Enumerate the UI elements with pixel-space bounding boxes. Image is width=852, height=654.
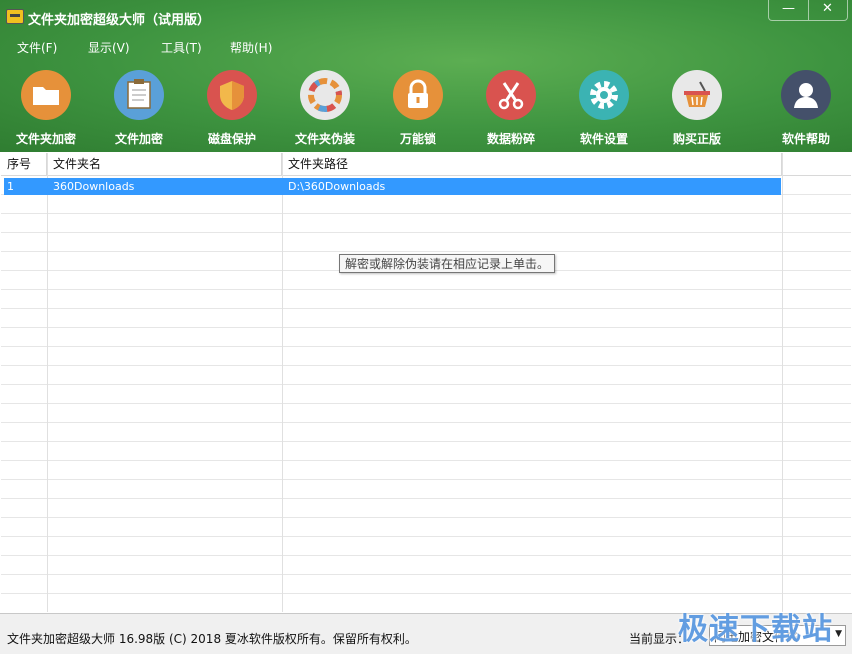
- table-body: [1, 176, 851, 612]
- copyright-text: 文件夹加密超级大师 16.98版 (C) 2018 夏冰软件版权所有。保留所有权…: [7, 632, 417, 646]
- menu-view[interactable]: 显示(V): [88, 39, 130, 56]
- basket-icon: [672, 70, 722, 120]
- menu-help[interactable]: 帮助(H): [230, 39, 272, 56]
- hint-tooltip: 解密或解除伪装请在相应记录上单击。: [339, 254, 555, 273]
- gear-icon: [579, 70, 629, 120]
- menu-file[interactable]: 文件(F): [17, 39, 57, 56]
- column-header-path[interactable]: 文件夹路径: [282, 153, 782, 175]
- toolbar-label: 文件夹伪装: [294, 132, 355, 146]
- scissors-icon: [486, 70, 536, 120]
- data-shred-button[interactable]: 数据粉碎: [465, 70, 557, 147]
- shield-icon: [207, 70, 257, 120]
- watermark-logo: 极速下载站: [678, 612, 833, 647]
- table-row[interactable]: 1 360Downloads D:\360Downloads: [4, 178, 781, 195]
- palette-icon: [300, 70, 350, 120]
- app-window: 文件夹加密超级大师（试用版） — ✕ 文件(F) 显示(V) 工具(T) 帮助(…: [0, 0, 852, 654]
- column-divider: [282, 153, 283, 612]
- toolbar-label: 万能锁: [399, 132, 436, 146]
- user-help-icon: [781, 70, 831, 120]
- column-divider: [47, 153, 48, 612]
- padlock-icon: [393, 70, 443, 120]
- toolbar-label: 文件夹加密: [15, 132, 76, 146]
- folder-encrypt-button[interactable]: 文件夹加密: [0, 70, 92, 147]
- disk-protect-button[interactable]: 磁盘保护: [186, 70, 278, 147]
- folder-list-table: 序号 文件夹名 文件夹路径 1 360Downloads D:\360Downl…: [1, 153, 851, 612]
- table-header: 序号 文件夹名 文件夹路径: [1, 153, 851, 176]
- folder-icon: [21, 70, 71, 120]
- column-divider: [782, 153, 783, 612]
- menu-tools[interactable]: 工具(T): [161, 39, 202, 56]
- app-icon: [6, 9, 24, 24]
- cell-folder-name: 360Downloads: [53, 180, 135, 193]
- toolbar-label: 软件设置: [579, 132, 628, 146]
- column-header-index[interactable]: 序号: [1, 153, 47, 175]
- buy-button[interactable]: 购买正版: [651, 70, 743, 147]
- window-title: 文件夹加密超级大师（试用版）: [28, 13, 211, 28]
- toolbar-label: 购买正版: [672, 132, 721, 146]
- settings-button[interactable]: 软件设置: [558, 70, 650, 147]
- universal-lock-button[interactable]: 万能锁: [372, 70, 464, 147]
- file-encrypt-button[interactable]: 文件加密: [93, 70, 185, 147]
- toolbar-label: 磁盘保护: [207, 132, 256, 146]
- header-banner: 文件夹加密超级大师（试用版） — ✕ 文件(F) 显示(V) 工具(T) 帮助(…: [0, 0, 852, 152]
- minimize-button[interactable]: —: [769, 0, 809, 20]
- toolbar-label: 软件帮助: [781, 132, 830, 146]
- title-bar: 文件夹加密超级大师（试用版） — ✕: [0, 0, 852, 32]
- cell-index: 1: [7, 180, 14, 193]
- toolbar-label: 文件加密: [114, 132, 163, 146]
- menu-bar: 文件(F) 显示(V) 工具(T) 帮助(H): [0, 36, 400, 58]
- window-controls: — ✕: [768, 0, 848, 21]
- document-icon: [114, 70, 164, 120]
- toolbar: 文件夹加密 文件加密 磁盘保护 文件夹伪装 万能锁 数据粉碎 软件设置 购买正版…: [0, 70, 852, 150]
- chevron-down-icon: ▼: [835, 629, 842, 639]
- help-button[interactable]: 软件帮助: [760, 70, 852, 147]
- toolbar-label: 数据粉碎: [486, 132, 535, 146]
- column-header-name[interactable]: 文件夹名: [47, 153, 282, 175]
- cell-folder-path: D:\360Downloads: [288, 180, 386, 193]
- folder-disguise-button[interactable]: 文件夹伪装: [279, 70, 371, 147]
- close-button[interactable]: ✕: [808, 0, 847, 20]
